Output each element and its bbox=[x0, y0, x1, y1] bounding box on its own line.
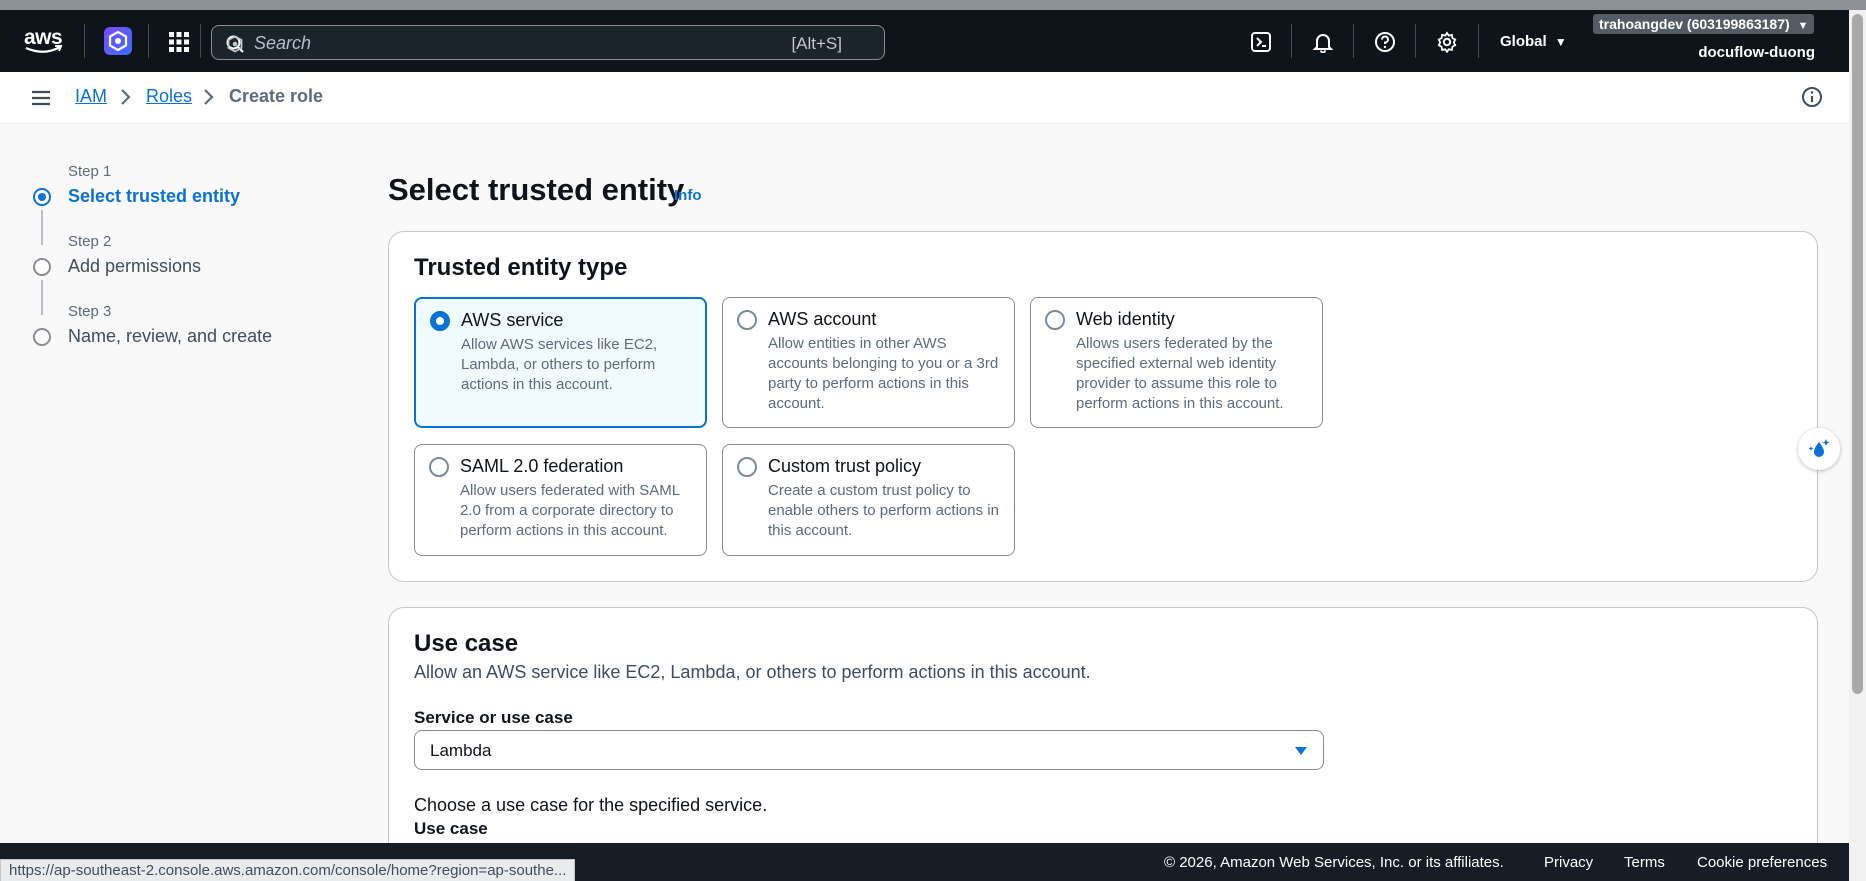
top-navigation: aws [Alt+S] Global ▼ trahoangdev (603199… bbox=[0, 10, 1849, 72]
menu-icon[interactable] bbox=[31, 89, 51, 112]
nav-divider bbox=[200, 24, 201, 58]
scrollbar-thumb[interactable] bbox=[1852, 14, 1863, 694]
nav-divider bbox=[1353, 24, 1354, 58]
use-case-container: Use case Allow an AWS service like EC2, … bbox=[388, 607, 1818, 867]
option-description: Allow users federated with SAML 2.0 from… bbox=[460, 482, 680, 539]
nav-divider bbox=[1478, 24, 1479, 58]
step-1-label: Step 1 bbox=[68, 163, 112, 180]
nav-divider bbox=[1291, 24, 1292, 58]
trusted-entity-title: Trusted entity type bbox=[414, 254, 628, 281]
footer-privacy-link[interactable]: Privacy bbox=[1544, 854, 1593, 871]
breadcrumb-roles[interactable]: Roles bbox=[146, 86, 192, 107]
breadcrumb-bar: IAM Roles Create role bbox=[0, 72, 1849, 124]
chevron-right-icon bbox=[121, 89, 131, 105]
assistant-sparkle-icon[interactable] bbox=[1798, 428, 1840, 470]
page-scrollbar[interactable] bbox=[1849, 10, 1866, 881]
window-top-strip bbox=[0, 0, 1866, 10]
settings-icon[interactable] bbox=[1434, 29, 1460, 55]
account-menu[interactable]: trahoangdev (603199863187) ▼ bbox=[1593, 14, 1815, 34]
option-title: Custom trust policy bbox=[768, 456, 922, 476]
option-web-identity[interactable]: Web identity Allows users federated by t… bbox=[1030, 297, 1323, 428]
radio-button[interactable] bbox=[430, 311, 450, 331]
help-icon[interactable] bbox=[1372, 29, 1398, 55]
services-grid-icon[interactable] bbox=[168, 31, 190, 53]
step-3-indicator bbox=[33, 328, 51, 346]
option-description: Allows users federated by the specified … bbox=[1076, 335, 1284, 412]
caret-down-icon bbox=[1295, 747, 1307, 755]
breadcrumb-current: Create role bbox=[229, 86, 324, 106]
option-custom-trust-policy[interactable]: Custom trust policy Create a custom trus… bbox=[722, 444, 1015, 556]
option-title: Web identity bbox=[1076, 309, 1175, 329]
option-description: Allow AWS services like EC2, Lambda, or … bbox=[461, 336, 658, 393]
bell-icon[interactable] bbox=[1310, 29, 1336, 55]
step-2-link[interactable]: Add permissions bbox=[68, 256, 201, 277]
service-select-value: Lambda bbox=[430, 741, 492, 760]
option-title: SAML 2.0 federation bbox=[460, 456, 624, 476]
footer-terms-link[interactable]: Terms bbox=[1624, 854, 1665, 871]
radio-button[interactable] bbox=[737, 310, 757, 330]
footer-cookie-preferences-link[interactable]: Cookie preferences bbox=[1697, 854, 1827, 871]
region-selector[interactable]: Global ▼ bbox=[1500, 33, 1567, 50]
status-bar-url: https://ap-southeast-2.console.aws.amazo… bbox=[0, 859, 576, 881]
aws-logo[interactable]: aws bbox=[24, 26, 64, 56]
option-title: AWS account bbox=[768, 309, 877, 329]
step-2-label: Step 2 bbox=[68, 233, 112, 250]
service-select[interactable]: Lambda bbox=[414, 730, 1324, 770]
account-label: trahoangdev (603199863187) bbox=[1599, 16, 1790, 32]
option-description: Create a custom trust policy to enable o… bbox=[768, 482, 999, 539]
use-case-title: Use case bbox=[414, 630, 519, 657]
use-case-sub-label: Use case bbox=[414, 819, 488, 838]
chevron-right-icon bbox=[204, 89, 214, 105]
radio-button[interactable] bbox=[429, 457, 449, 477]
option-title: AWS service bbox=[461, 310, 564, 330]
caret-down-icon: ▼ bbox=[1554, 35, 1567, 49]
nav-divider bbox=[84, 24, 85, 58]
info-link[interactable]: Info bbox=[674, 187, 702, 204]
region-label: Global bbox=[1500, 33, 1547, 50]
radio-button[interactable] bbox=[737, 457, 757, 477]
search-box[interactable]: [Alt+S] bbox=[211, 25, 885, 60]
step-3-link[interactable]: Name, review, and create bbox=[68, 326, 272, 347]
footer-copyright: © 2026, Amazon Web Services, Inc. or its… bbox=[1164, 854, 1504, 871]
search-shortcut-hint: [Alt+S] bbox=[791, 34, 842, 53]
trusted-entity-container: Trusted entity type AWS service Allow AW… bbox=[388, 231, 1818, 582]
option-aws-service[interactable]: AWS service Allow AWS services like EC2,… bbox=[414, 297, 707, 428]
cloudshell-icon[interactable] bbox=[1248, 29, 1274, 55]
page-title: Select trusted entity bbox=[388, 172, 685, 207]
step-1-indicator bbox=[33, 188, 51, 206]
step-3-label: Step 3 bbox=[68, 303, 112, 320]
account-alias: docuflow-duong bbox=[1698, 44, 1815, 61]
shortcut-hex-icon bbox=[227, 35, 243, 53]
info-circle-icon[interactable] bbox=[1801, 86, 1823, 108]
step-connector bbox=[41, 280, 43, 315]
breadcrumb-iam[interactable]: IAM bbox=[75, 86, 107, 107]
service-field-label: Service or use case bbox=[414, 708, 573, 727]
choose-use-case-text: Choose a use case for the specified serv… bbox=[414, 795, 768, 815]
nav-divider bbox=[148, 24, 149, 58]
nav-divider bbox=[1415, 24, 1416, 58]
search-input[interactable] bbox=[254, 32, 754, 54]
option-aws-account[interactable]: AWS account Allow entities in other AWS … bbox=[722, 297, 1015, 428]
step-1-link[interactable]: Select trusted entity bbox=[68, 186, 240, 207]
radio-button[interactable] bbox=[1045, 310, 1065, 330]
step-connector bbox=[41, 210, 43, 245]
step-2-indicator bbox=[33, 258, 51, 276]
use-case-description: Allow an AWS service like EC2, Lambda, o… bbox=[414, 662, 1091, 682]
option-description: Allow entities in other AWS accounts bel… bbox=[768, 335, 999, 412]
option-saml-federation[interactable]: SAML 2.0 federation Allow users federate… bbox=[414, 444, 707, 556]
app-badge-icon[interactable] bbox=[104, 27, 132, 55]
caret-down-icon: ▼ bbox=[1797, 20, 1809, 32]
